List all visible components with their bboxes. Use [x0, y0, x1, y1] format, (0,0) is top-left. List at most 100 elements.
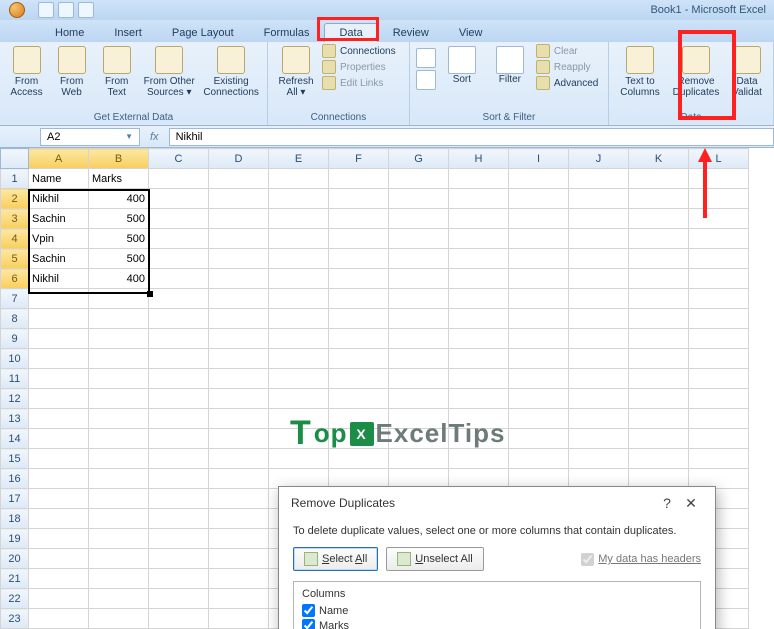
- cell-A3[interactable]: Sachin: [29, 209, 89, 229]
- cell-B14[interactable]: [89, 429, 149, 449]
- cell-F4[interactable]: [329, 229, 389, 249]
- cell-C15[interactable]: [149, 449, 209, 469]
- chk-column-marks[interactable]: Marks: [302, 619, 692, 629]
- col-header-I[interactable]: I: [509, 149, 569, 169]
- cell-H7[interactable]: [449, 289, 509, 309]
- row-header-7[interactable]: 7: [1, 289, 29, 309]
- cell-D3[interactable]: [209, 209, 269, 229]
- fx-icon[interactable]: fx: [150, 131, 159, 143]
- col-header-L[interactable]: L: [689, 149, 749, 169]
- cell-J11[interactable]: [569, 369, 629, 389]
- cell-B9[interactable]: [89, 329, 149, 349]
- cell-A15[interactable]: [29, 449, 89, 469]
- cell-E13[interactable]: [269, 409, 329, 429]
- cell-C9[interactable]: [149, 329, 209, 349]
- row-header-18[interactable]: 18: [1, 509, 29, 529]
- cell-A14[interactable]: [29, 429, 89, 449]
- cell-D11[interactable]: [209, 369, 269, 389]
- cell-B2[interactable]: 400: [89, 189, 149, 209]
- cell-F5[interactable]: [329, 249, 389, 269]
- cell-L10[interactable]: [689, 349, 749, 369]
- cell-L12[interactable]: [689, 389, 749, 409]
- cell-D15[interactable]: [209, 449, 269, 469]
- row-header-16[interactable]: 16: [1, 469, 29, 489]
- cell-K11[interactable]: [629, 369, 689, 389]
- cell-G1[interactable]: [389, 169, 449, 189]
- cell-D13[interactable]: [209, 409, 269, 429]
- cell-I3[interactable]: [509, 209, 569, 229]
- cell-J1[interactable]: [569, 169, 629, 189]
- columns-listbox[interactable]: Columns Name Marks: [293, 581, 701, 629]
- cell-B10[interactable]: [89, 349, 149, 369]
- cell-F6[interactable]: [329, 269, 389, 289]
- cell-A21[interactable]: [29, 569, 89, 589]
- cell-F7[interactable]: [329, 289, 389, 309]
- cell-D17[interactable]: [209, 489, 269, 509]
- name-box[interactable]: A2▼: [40, 128, 140, 146]
- cell-F13[interactable]: [329, 409, 389, 429]
- cell-D6[interactable]: [209, 269, 269, 289]
- row-header-13[interactable]: 13: [1, 409, 29, 429]
- cell-A17[interactable]: [29, 489, 89, 509]
- row-header-20[interactable]: 20: [1, 549, 29, 569]
- cell-C7[interactable]: [149, 289, 209, 309]
- cell-I8[interactable]: [509, 309, 569, 329]
- cell-H13[interactable]: [449, 409, 509, 429]
- cell-B21[interactable]: [89, 569, 149, 589]
- cell-K15[interactable]: [629, 449, 689, 469]
- btn-select-all[interactable]: Select All: [293, 547, 378, 571]
- cell-L14[interactable]: [689, 429, 749, 449]
- col-header-J[interactable]: J: [569, 149, 629, 169]
- row-header-3[interactable]: 3: [1, 209, 29, 229]
- cell-H6[interactable]: [449, 269, 509, 289]
- cell-D21[interactable]: [209, 569, 269, 589]
- cell-A1[interactable]: Name: [29, 169, 89, 189]
- col-header-B[interactable]: B: [89, 149, 149, 169]
- cell-D19[interactable]: [209, 529, 269, 549]
- btn-from-access[interactable]: From Access: [6, 44, 47, 98]
- cell-C4[interactable]: [149, 229, 209, 249]
- cell-C12[interactable]: [149, 389, 209, 409]
- cell-G13[interactable]: [389, 409, 449, 429]
- col-header-H[interactable]: H: [449, 149, 509, 169]
- cell-D4[interactable]: [209, 229, 269, 249]
- btn-sort[interactable]: Sort: [440, 44, 484, 85]
- cell-I12[interactable]: [509, 389, 569, 409]
- btn-remove-duplicates[interactable]: Remove Duplicates: [669, 44, 723, 98]
- cell-J4[interactable]: [569, 229, 629, 249]
- cell-G8[interactable]: [389, 309, 449, 329]
- cell-E4[interactable]: [269, 229, 329, 249]
- cell-F15[interactable]: [329, 449, 389, 469]
- cell-G2[interactable]: [389, 189, 449, 209]
- cell-C21[interactable]: [149, 569, 209, 589]
- qat-undo-icon[interactable]: [58, 2, 74, 18]
- cell-C5[interactable]: [149, 249, 209, 269]
- cell-H10[interactable]: [449, 349, 509, 369]
- cell-G11[interactable]: [389, 369, 449, 389]
- cell-J10[interactable]: [569, 349, 629, 369]
- cell-I15[interactable]: [509, 449, 569, 469]
- cell-A9[interactable]: [29, 329, 89, 349]
- cell-H12[interactable]: [449, 389, 509, 409]
- cell-D14[interactable]: [209, 429, 269, 449]
- office-button[interactable]: [0, 0, 34, 20]
- cell-A8[interactable]: [29, 309, 89, 329]
- cell-H14[interactable]: [449, 429, 509, 449]
- qat-redo-icon[interactable]: [78, 2, 94, 18]
- cell-K2[interactable]: [629, 189, 689, 209]
- btn-from-text[interactable]: From Text: [96, 44, 137, 98]
- row-header-17[interactable]: 17: [1, 489, 29, 509]
- cell-A4[interactable]: Vpin: [29, 229, 89, 249]
- cell-G5[interactable]: [389, 249, 449, 269]
- cell-G12[interactable]: [389, 389, 449, 409]
- cell-D10[interactable]: [209, 349, 269, 369]
- cell-J8[interactable]: [569, 309, 629, 329]
- cell-D12[interactable]: [209, 389, 269, 409]
- cell-K6[interactable]: [629, 269, 689, 289]
- cell-D22[interactable]: [209, 589, 269, 609]
- cell-E6[interactable]: [269, 269, 329, 289]
- cell-F1[interactable]: [329, 169, 389, 189]
- cell-H8[interactable]: [449, 309, 509, 329]
- cell-J7[interactable]: [569, 289, 629, 309]
- cell-D16[interactable]: [209, 469, 269, 489]
